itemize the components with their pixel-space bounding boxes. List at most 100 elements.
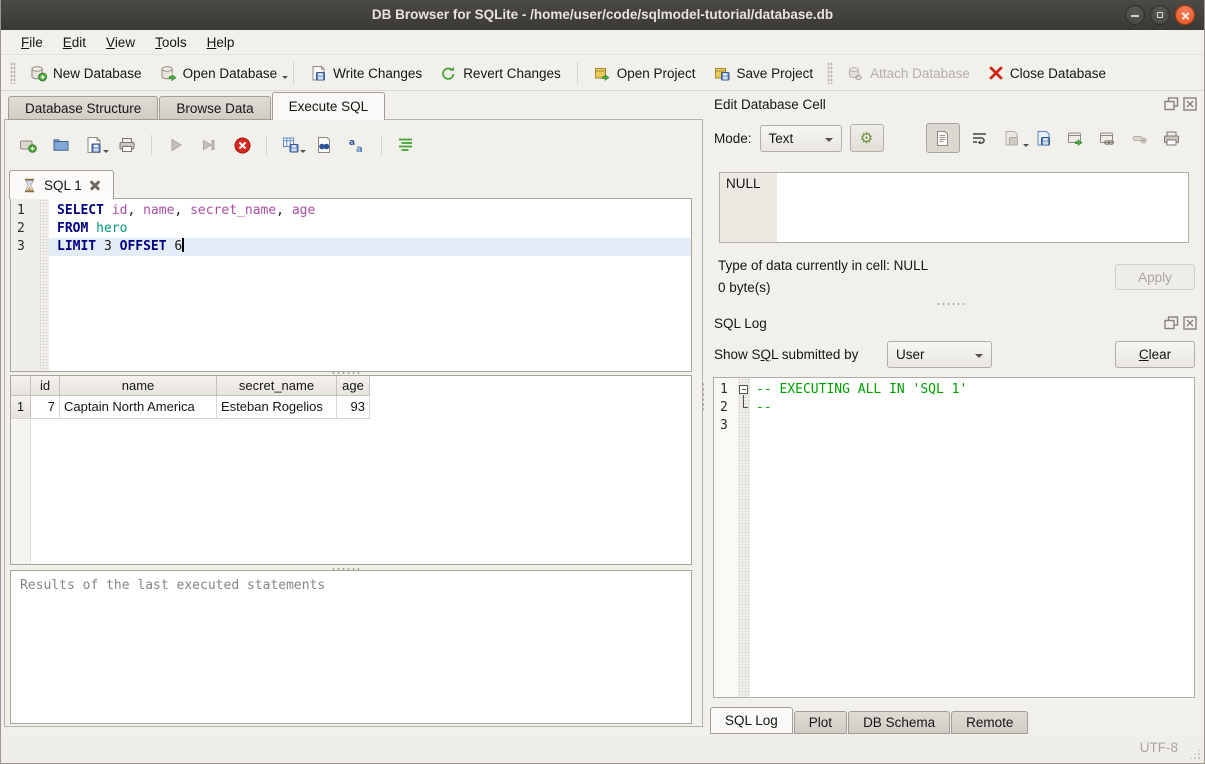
open-project-button[interactable]: Open Project <box>585 61 705 86</box>
open-in-editor-button[interactable] <box>313 134 335 156</box>
new-database-button[interactable]: New Database <box>21 61 151 86</box>
column-header-name[interactable]: name <box>60 376 217 396</box>
open-sql-file-button[interactable] <box>50 134 72 156</box>
menu-tools[interactable]: Tools <box>145 33 197 52</box>
dock-splitter-handle[interactable] <box>936 302 966 306</box>
tab-execute-sql[interactable]: Execute SQL <box>272 92 386 120</box>
sql-file-tab-label: SQL 1 <box>44 178 82 193</box>
resize-grip[interactable] <box>1189 748 1201 760</box>
log-filter-select[interactable]: User <box>887 341 992 368</box>
cell-word-wrap-button[interactable] <box>966 125 994 151</box>
sql-file-tab[interactable]: SQL 1 <box>9 170 114 199</box>
main-tabbar: Database Structure Browse Data Execute S… <box>8 92 386 120</box>
dock-close-icon[interactable] <box>1183 97 1197 111</box>
minimize-icon[interactable] <box>1125 5 1145 25</box>
toolbar-handle[interactable] <box>10 62 16 84</box>
cell-editor-gutter: NULL <box>720 173 777 242</box>
save-sql-dropdown-icon[interactable] <box>103 150 109 156</box>
fold-margin <box>39 199 49 371</box>
mode-label: Mode: <box>714 131 752 146</box>
dock-float-icon[interactable] <box>1164 97 1179 111</box>
tab-plot[interactable]: Plot <box>794 711 847 734</box>
print-sql-button[interactable] <box>116 134 138 156</box>
cell-content: NULL <box>726 176 761 191</box>
revert-changes-button[interactable]: Revert Changes <box>431 61 570 86</box>
main-area: Database Structure Browse Data Execute S… <box>1 92 1204 734</box>
dock-close-icon[interactable] <box>1183 316 1197 330</box>
open-database-dropdown-icon[interactable] <box>282 76 288 82</box>
sql-code[interactable]: SELECT id, name, secret_name, age FROM h… <box>49 199 691 371</box>
cell-editor[interactable]: NULL <box>719 172 1189 243</box>
sql-log-dock-header: SQL Log <box>714 313 1197 333</box>
menu-view[interactable]: View <box>96 33 145 52</box>
import-icon <box>1003 130 1020 147</box>
tab-database-structure[interactable]: Database Structure <box>8 96 158 120</box>
main-toolbar: New Database Open Database Write Changes… <box>1 56 1204 91</box>
cell-name[interactable]: Captain North America <box>60 396 217 419</box>
cell-secret-name[interactable]: Esteban Rogelios <box>217 396 337 419</box>
tab-remote[interactable]: Remote <box>951 711 1028 734</box>
row-number-cell[interactable]: 1 <box>11 396 31 419</box>
toolbar-handle[interactable] <box>827 62 833 84</box>
tab-db-schema[interactable]: DB Schema <box>848 711 950 734</box>
open-database-button[interactable]: Open Database <box>151 61 287 86</box>
cell-age[interactable]: 93 <box>337 396 370 419</box>
mode-select[interactable]: Text <box>760 125 842 152</box>
word-wrap-icon <box>397 136 415 154</box>
sql-editor[interactable]: 1 2 3 SELECT id, name, secret_name, age … <box>10 198 692 372</box>
print-icon <box>1163 130 1180 147</box>
close-database-button[interactable]: Close Database <box>979 61 1115 85</box>
sql-file-tabbar: SQL 1 <box>9 170 114 199</box>
export-cell-data-button[interactable] <box>1030 125 1058 151</box>
edit-cell-toolbar: Mode: Text ⚙ <box>706 123 1204 153</box>
column-header-secret-name[interactable]: secret_name <box>217 376 337 396</box>
results-message-area[interactable]: Results of the last executed statements <box>10 570 692 724</box>
write-changes-button[interactable]: Write Changes <box>301 61 431 86</box>
format-sql-icon: aa <box>348 136 366 154</box>
print-cell-button[interactable] <box>1158 125 1186 151</box>
svg-text:a: a <box>356 144 363 154</box>
write-changes-label: Write Changes <box>333 66 422 81</box>
menu-file[interactable]: File <box>11 33 53 52</box>
fold-marker-icon[interactable] <box>739 385 748 394</box>
apply-mode-button[interactable]: ⚙ <box>850 124 884 152</box>
menu-edit[interactable]: Edit <box>53 33 96 52</box>
chevron-down-icon <box>975 354 983 362</box>
vertical-splitter-handle[interactable] <box>701 382 705 410</box>
format-sql-button[interactable]: aa <box>346 134 368 156</box>
text-mode-button[interactable] <box>926 123 960 153</box>
word-wrap-button[interactable] <box>395 134 417 156</box>
sql-tab-close-icon[interactable] <box>89 179 101 191</box>
clear-log-button[interactable]: Clear <box>1115 341 1195 368</box>
code-line-1: SELECT id, name, secret_name, age <box>49 202 691 220</box>
set-as-button[interactable] <box>1062 125 1090 151</box>
open-database-label: Open Database <box>183 66 278 81</box>
column-header-age[interactable]: age <box>337 376 370 396</box>
tab-browse-data[interactable]: Browse Data <box>159 96 270 120</box>
new-sql-tab-button[interactable] <box>17 134 39 156</box>
export-dropdown-icon[interactable] <box>300 150 306 156</box>
cell-id[interactable]: 7 <box>31 396 60 419</box>
dock-float-icon[interactable] <box>1164 316 1179 330</box>
open-url-button[interactable] <box>1094 125 1122 151</box>
close-icon[interactable] <box>1175 5 1195 25</box>
column-header-id[interactable]: id <box>31 376 60 396</box>
log-fold-margin <box>738 378 750 697</box>
toolbar-separator <box>577 62 578 84</box>
save-sql-file-button[interactable] <box>83 134 105 156</box>
stop-execution-button[interactable] <box>231 134 253 156</box>
wrap-lines-icon <box>971 130 988 147</box>
sql-log-view[interactable]: 1 2 3 -- EXECUTING ALL IN 'SQL 1' -- <box>713 377 1195 698</box>
tab-sql-log[interactable]: SQL Log <box>710 707 793 734</box>
menu-help[interactable]: Help <box>197 33 245 52</box>
print-icon <box>118 136 136 154</box>
maximize-icon[interactable] <box>1150 5 1170 25</box>
sql-log-filter-row: Show SQL submitted by User Clear <box>706 341 1204 369</box>
results-table[interactable]: id name secret_name age 1 7 Captain Nort… <box>10 375 692 565</box>
execute-line-icon <box>200 136 218 154</box>
log-line-numbers: 1 2 3 <box>714 378 738 697</box>
splitter-handle[interactable] <box>331 371 361 375</box>
save-project-button[interactable]: Save Project <box>705 61 823 86</box>
text-document-icon <box>934 130 951 147</box>
export-results-button[interactable] <box>280 134 302 156</box>
